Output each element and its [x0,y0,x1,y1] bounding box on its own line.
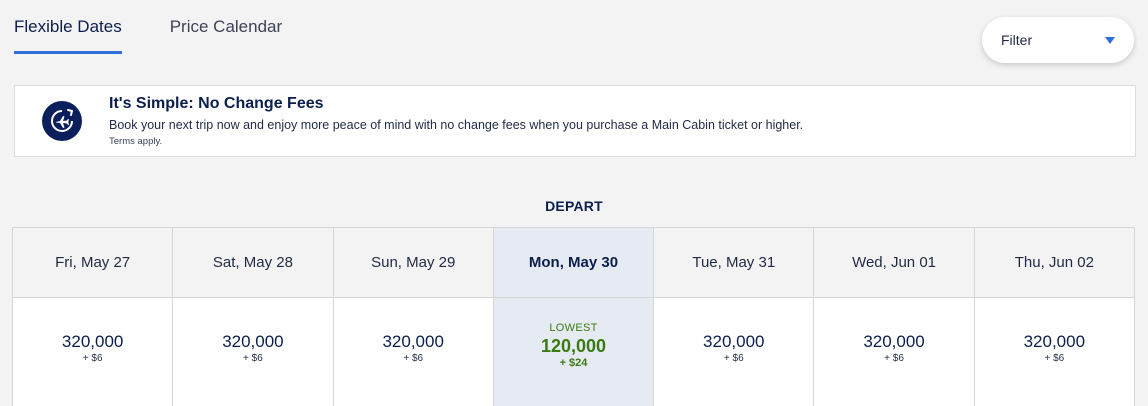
lowest-badge: LOWEST [549,322,598,334]
tab-bar: Flexible Dates Price Calendar [14,0,330,54]
terms-link[interactable]: Terms apply. [109,136,162,147]
miles-price: 320,000 [703,332,765,351]
date-cell[interactable]: Fri, May 27 320,000 + $6 [13,228,174,406]
date-label: Tue, May 31 [654,228,814,298]
tab-flexible-dates[interactable]: Flexible Dates [14,0,122,54]
banner-title: It's Simple: No Change Fees [109,95,324,112]
date-cell[interactable]: Sun, May 29 320,000 + $6 [333,228,494,406]
tax-amount: + $6 [1044,353,1065,364]
tax-amount: + $6 [243,353,263,364]
date-price-grid: Fri, May 27 320,000 + $6 Sat, May 28 320… [12,227,1135,406]
airplane-clock-icon [42,101,82,141]
date-label: Sat, May 28 [173,228,333,298]
miles-price: 320,000 [863,332,925,351]
chevron-down-icon [1105,37,1115,44]
date-cell[interactable]: Tue, May 31 320,000 + $6 [654,228,815,406]
miles-price: 320,000 [61,332,124,351]
date-label: Thu, Jun 02 [974,228,1134,298]
date-cell-selected[interactable]: Mon, May 30 LOWEST 120,000 + $24 [493,228,655,406]
tax-amount: + $6 [82,353,103,364]
miles-price: 320,000 [382,332,444,351]
no-change-fees-banner: It's Simple: No Change Fees Book your ne… [14,85,1136,157]
date-label: Fri, May 27 [13,228,173,298]
filter-dropdown[interactable]: Filter [982,17,1134,63]
tax-amount: + $24 [559,357,588,369]
banner-text: Book your next trip now and enjoy more p… [109,118,804,132]
miles-price: 120,000 [540,336,607,356]
tab-price-calendar[interactable]: Price Calendar [170,0,282,54]
miles-price: 320,000 [1023,332,1086,351]
tax-amount: + $6 [723,353,744,364]
depart-heading: DEPART [545,198,603,214]
miles-price: 320,000 [222,332,284,351]
date-cell[interactable]: Thu, Jun 02 320,000 + $6 [974,228,1134,406]
filter-label: Filter [1001,32,1033,48]
date-cell[interactable]: Sat, May 28 320,000 + $6 [173,228,334,406]
date-label: Sun, May 29 [333,228,493,298]
tax-amount: + $6 [884,353,904,364]
date-label: Mon, May 30 [493,228,654,298]
date-label: Wed, Jun 01 [814,228,974,298]
date-cell[interactable]: Wed, Jun 01 320,000 + $6 [814,228,975,406]
tax-amount: + $6 [403,353,424,364]
